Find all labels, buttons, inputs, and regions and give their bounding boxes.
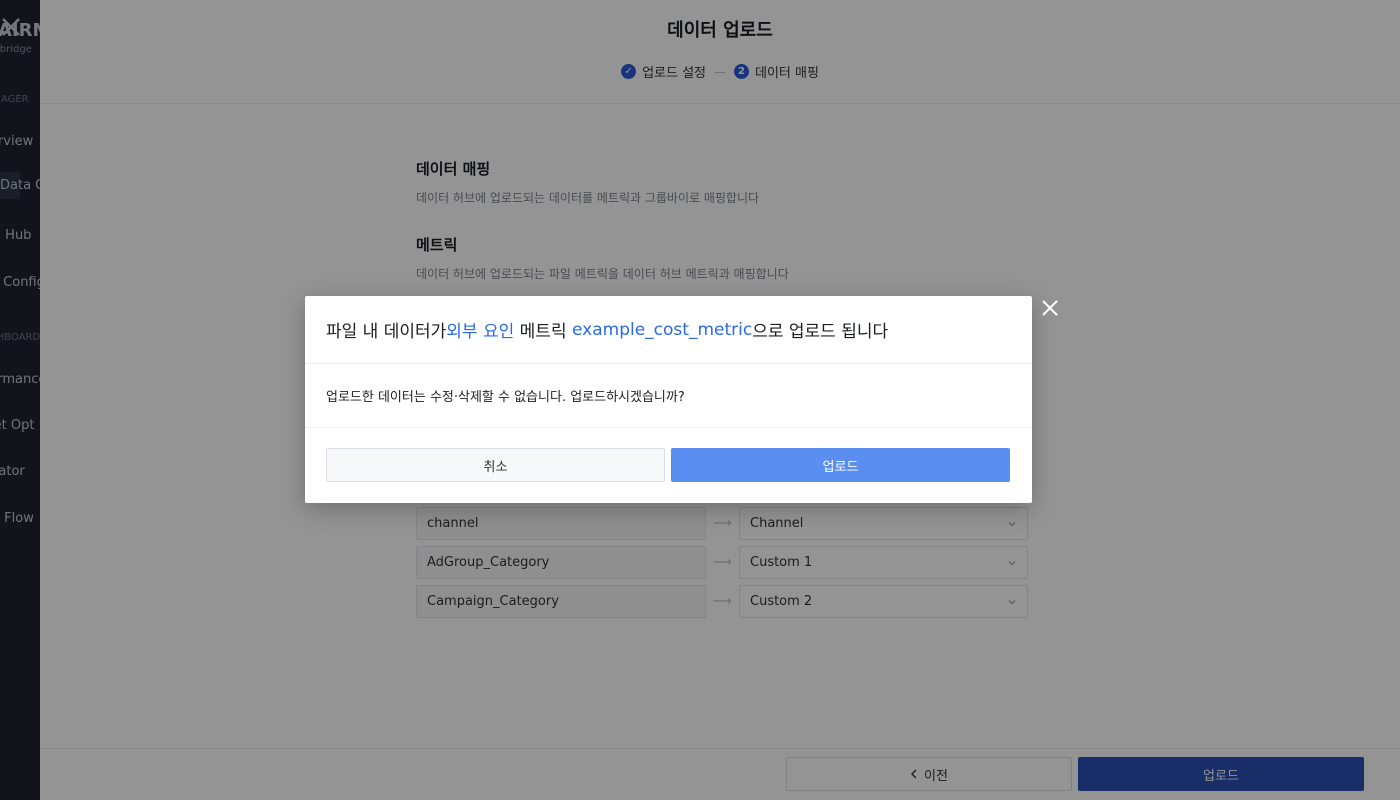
dialog-message: 업로드한 데이터는 수정·삭제할 수 없습니다. 업로드하시겠습니까? xyxy=(305,364,1032,428)
confirm-upload-button[interactable]: 업로드 xyxy=(671,448,1010,482)
dialog-actions: 취소 업로드 xyxy=(305,428,1032,482)
dialog-title-text: 메트릭 xyxy=(514,322,572,342)
close-icon[interactable] xyxy=(1040,298,1060,318)
metric-name-highlight: example_cost_metric xyxy=(572,319,753,340)
upload-confirm-dialog: 파일 내 데이터가 외부 요인 메트릭 example_cost_metric … xyxy=(305,296,1032,503)
dialog-title-text: 파일 내 데이터가 xyxy=(326,322,447,342)
dialog-title: 파일 내 데이터가 외부 요인 메트릭 example_cost_metric … xyxy=(305,296,1032,364)
cancel-button[interactable]: 취소 xyxy=(326,448,665,482)
dialog-title-text: 으로 업로드 됩니다 xyxy=(752,322,889,342)
metric-category-highlight: 외부 요인 xyxy=(446,322,515,342)
